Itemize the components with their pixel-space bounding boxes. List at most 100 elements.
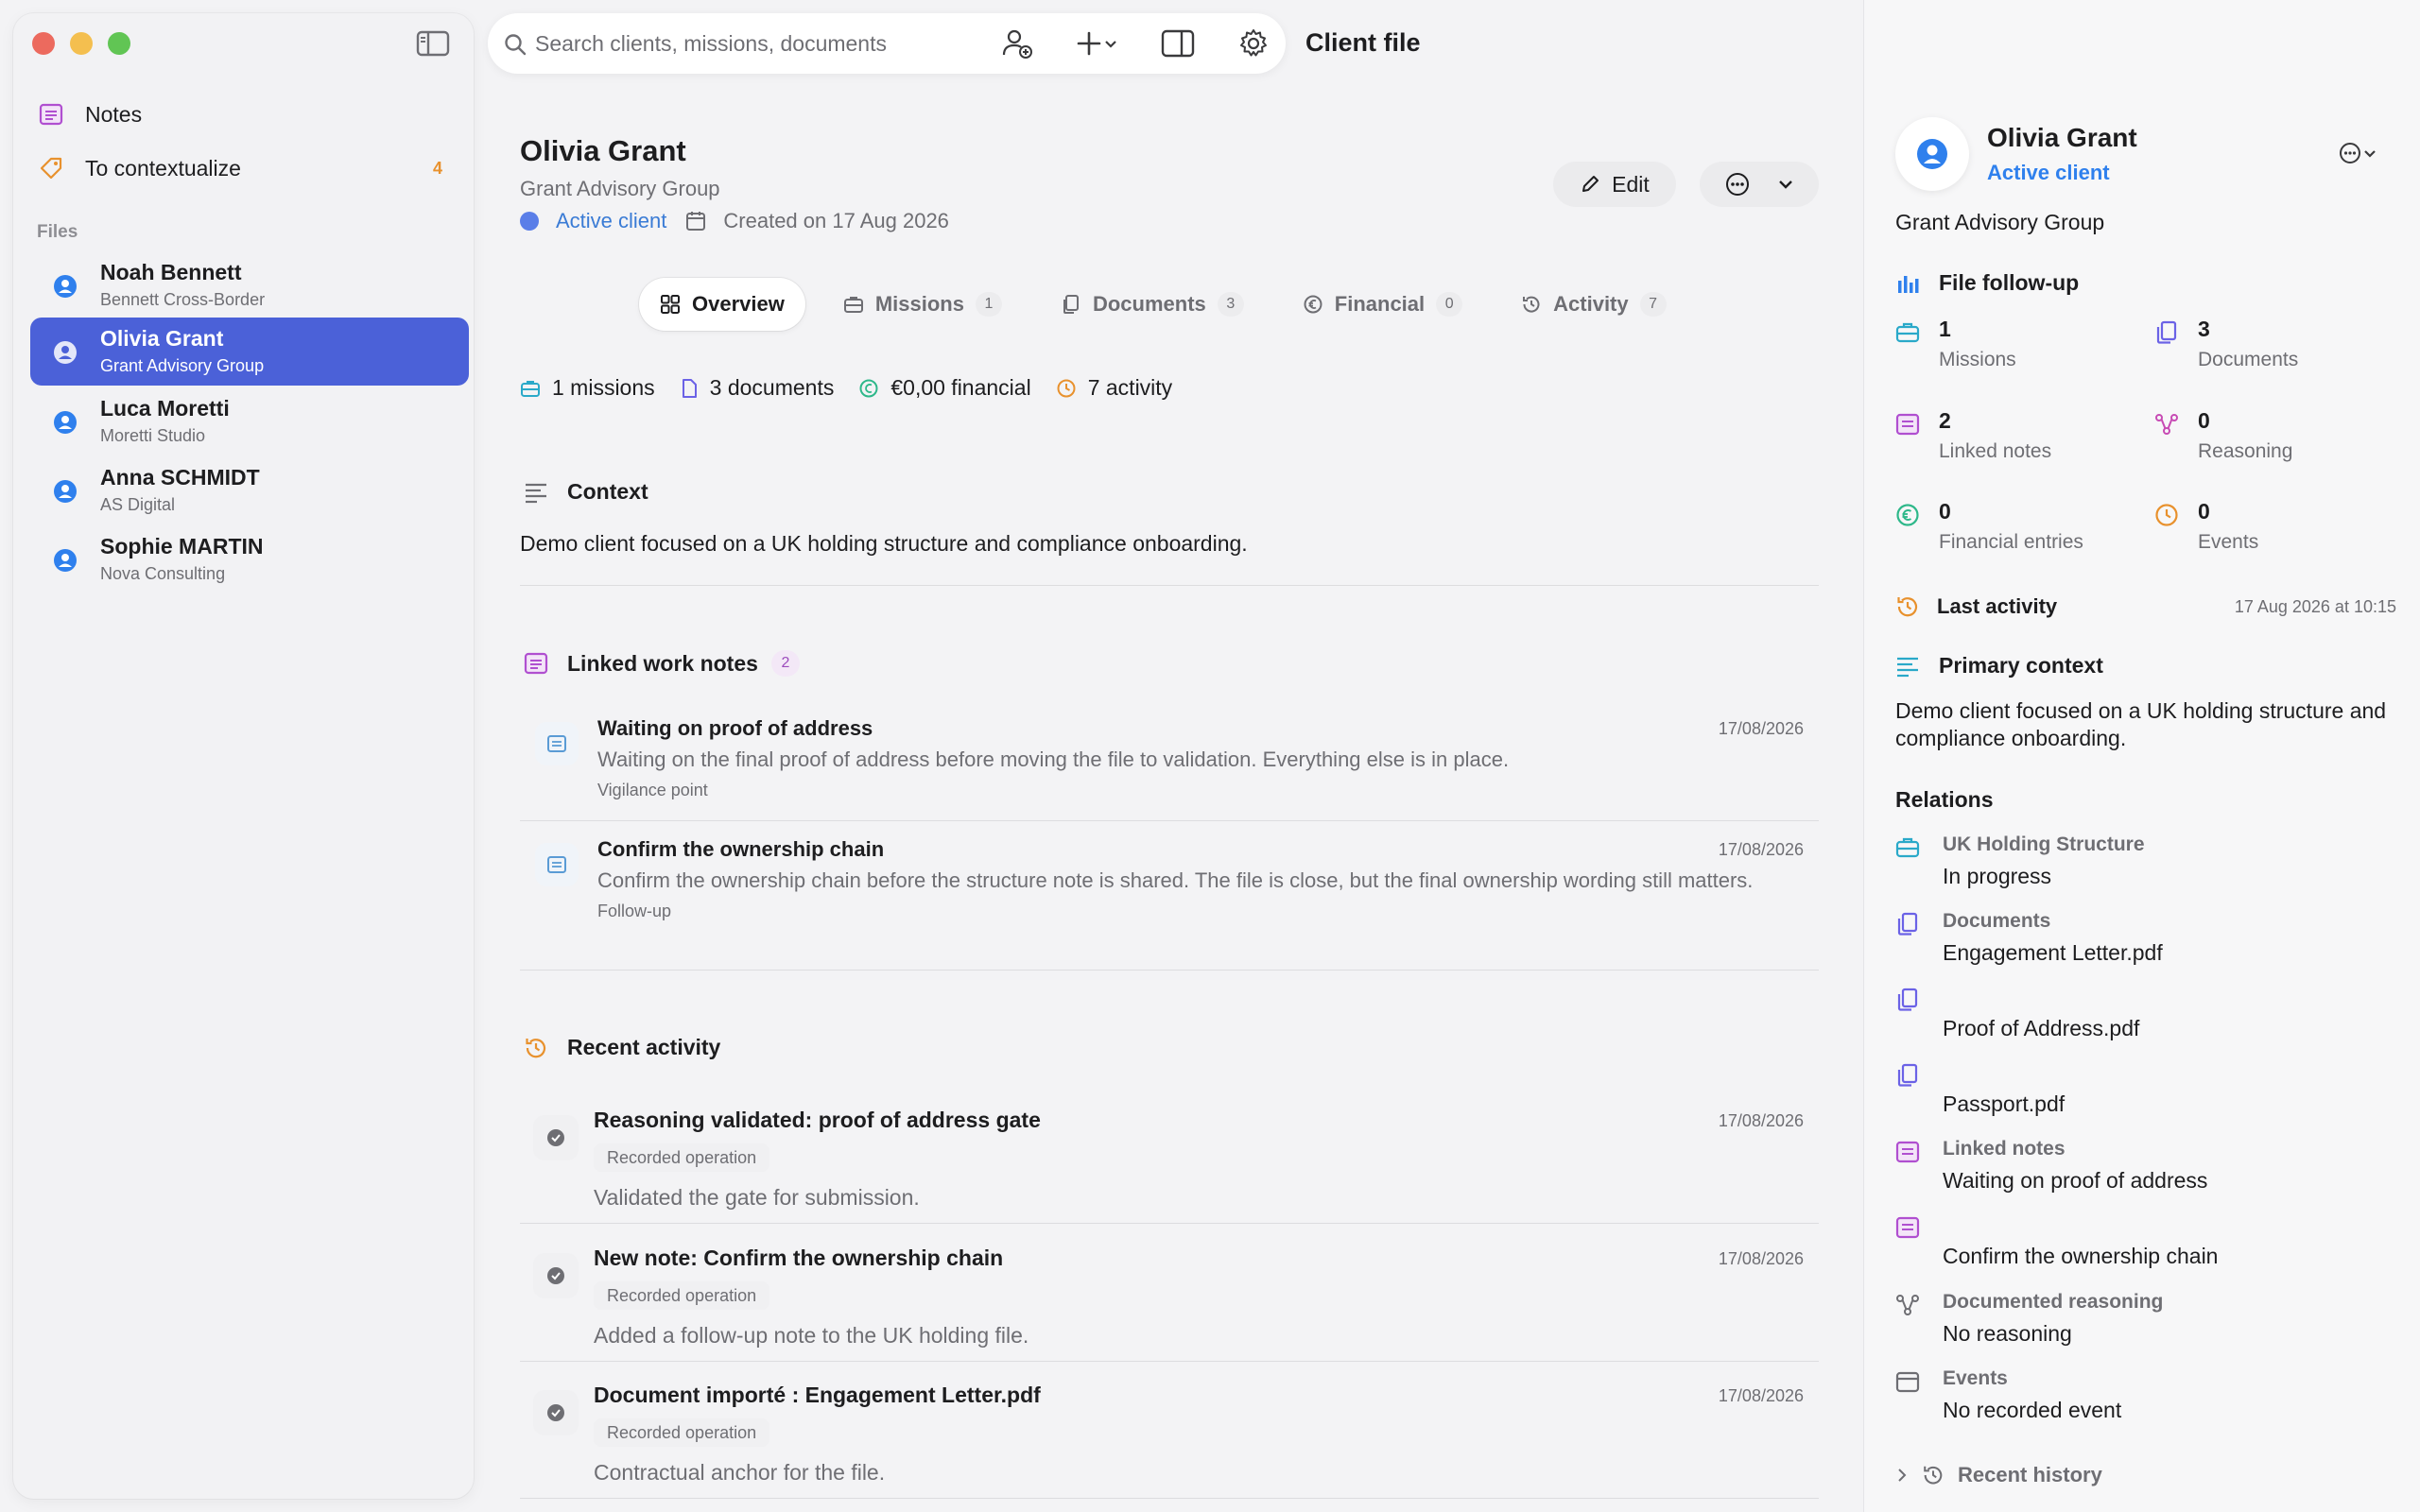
gear-icon	[1240, 29, 1267, 57]
panel-more-button[interactable]	[2338, 138, 2387, 168]
chevron-down-icon	[1778, 180, 1792, 189]
search-input[interactable]	[535, 25, 942, 62]
check-circle-icon	[533, 1253, 579, 1298]
pencil-icon	[1582, 176, 1599, 192]
note-tag: Follow-up	[597, 902, 672, 920]
relation-title: Linked notes	[1943, 1138, 2066, 1160]
main-content: Client file Olivia Grant Grant Advisory …	[0, 0, 1862, 1512]
note-date: 17/08/2026	[1718, 719, 1804, 738]
relation-document[interactable]: Proof of Address.pdf	[1895, 986, 2396, 1052]
primary-context-heading: Primary context	[1895, 653, 2103, 679]
edit-button[interactable]: Edit	[1553, 162, 1676, 207]
activity-item[interactable]: New note: Confirm the ownership chain 17…	[520, 1234, 1819, 1371]
stat-reasoning: 0 Reasoning	[2154, 408, 2400, 474]
relation-note[interactable]: Linked notes Waiting on proof of address	[1895, 1138, 2396, 1204]
panel-client-name: Olivia Grant	[1987, 123, 2137, 152]
summary-activity: 7 activity	[1056, 375, 1172, 401]
file-summary: 1 missions 3 documents €0,00 financial 7…	[520, 375, 1197, 401]
count-badge: 2	[770, 650, 800, 677]
bar-chart-icon	[1898, 275, 1919, 293]
stat-label: Missions	[1939, 349, 2016, 370]
relation-reasoning[interactable]: Documented reasoning No reasoning	[1895, 1291, 2396, 1357]
documents-icon	[1897, 1063, 1918, 1087]
document-icon	[682, 378, 697, 398]
last-activity-label: Last activity	[1937, 594, 2058, 618]
activity-title: Document importé : Engagement Letter.pdf	[594, 1383, 1041, 1407]
stat-linked-notes: 2 Linked notes	[1895, 408, 2141, 474]
history-icon	[1523, 296, 1540, 313]
activity-tag: Recorded operation	[594, 1418, 770, 1447]
summary-activity-text: 7 activity	[1087, 375, 1173, 400]
divider	[520, 1498, 1819, 1499]
notes-icon	[524, 652, 548, 675]
ellipsis-circle-icon	[1725, 173, 1749, 196]
euro-icon	[1304, 295, 1322, 314]
notes-icon	[1895, 413, 1920, 436]
add-client-button[interactable]	[998, 26, 1036, 60]
note-body: Waiting on the final proof of address be…	[597, 747, 1510, 771]
activity-title: Reasoning validated: proof of address ga…	[594, 1108, 1041, 1132]
activity-item[interactable]: Document importé : Engagement Letter.pdf…	[520, 1371, 1819, 1508]
tab-missions[interactable]: Missions 1	[822, 278, 1023, 331]
briefcase-icon	[843, 297, 863, 313]
divider	[520, 1361, 1819, 1362]
relation-value: Passport.pdf	[1943, 1091, 2066, 1116]
stat-value: 0	[2198, 499, 2210, 524]
settings-button[interactable]	[1235, 26, 1272, 60]
tab-financial[interactable]: Financial 0	[1282, 278, 1483, 331]
relation-note[interactable]: Confirm the ownership chain	[1895, 1213, 2396, 1280]
context-heading: Context	[524, 479, 648, 505]
relation-title: Documents	[1943, 910, 2051, 932]
graph-nodes-icon	[1896, 1295, 1919, 1315]
check-circle-icon	[533, 1115, 579, 1160]
toggle-inspector-button[interactable]	[1159, 26, 1197, 60]
divider	[520, 585, 1819, 586]
activity-body: Added a follow-up note to the UK holding…	[594, 1323, 1029, 1348]
tab-overview[interactable]: Overview	[639, 278, 805, 331]
relation-document[interactable]: Passport.pdf	[1895, 1061, 2396, 1127]
plus-icon	[1077, 31, 1101, 56]
tab-label: Overview	[692, 292, 785, 316]
activity-date: 17/08/2026	[1718, 1386, 1804, 1405]
relation-title: UK Holding Structure	[1943, 833, 2145, 855]
note-item[interactable]: Waiting on proof of address 17/08/2026 W…	[520, 705, 1819, 826]
tab-count: 0	[1436, 292, 1463, 317]
relation-document[interactable]: Documents Engagement Letter.pdf	[1895, 910, 2396, 976]
user-icon	[1917, 139, 1947, 169]
note-date: 17/08/2026	[1718, 840, 1804, 859]
note-body: Confirm the ownership chain before the s…	[597, 868, 1754, 892]
note-title: Confirm the ownership chain	[597, 837, 885, 861]
chevron-right-icon	[1898, 1469, 1907, 1482]
relation-mission[interactable]: UK Holding Structure In progress	[1895, 833, 2396, 900]
relation-events[interactable]: Events No recorded event	[1895, 1367, 2396, 1434]
chevron-down-icon	[2364, 150, 2376, 158]
panel-status-badge: Active client	[1987, 161, 2110, 184]
recent-history-toggle[interactable]: Recent history	[1895, 1463, 2102, 1487]
activity-item[interactable]: Reasoning validated: proof of address ga…	[520, 1096, 1819, 1233]
clock-icon	[1057, 379, 1076, 397]
new-item-menu-button[interactable]	[1068, 26, 1125, 60]
file-followup-heading: File follow-up	[1895, 270, 2079, 296]
more-actions-button[interactable]	[1700, 162, 1819, 207]
primary-context-text: Demo client focused on a UK holding stru…	[1895, 698, 2387, 750]
stat-value: 3	[2198, 317, 2210, 341]
status-badge: Active client	[556, 209, 667, 232]
note-item[interactable]: Confirm the ownership chain 17/08/2026 C…	[520, 826, 1819, 947]
documents-icon	[1897, 912, 1918, 936]
tab-activity[interactable]: Activity 7	[1500, 278, 1686, 331]
section-title: Linked work notes	[567, 650, 758, 676]
tab-count: 3	[1217, 292, 1244, 317]
stat-label: Events	[2198, 531, 2259, 553]
stat-value: 0	[1939, 499, 1951, 524]
calendar-icon	[1895, 1371, 1920, 1393]
recent-activity-heading: Recent activity	[524, 1035, 720, 1060]
divider	[520, 970, 1819, 971]
tab-label: Documents	[1092, 292, 1206, 316]
tab-documents[interactable]: Documents 3	[1040, 278, 1265, 331]
euro-icon	[1896, 504, 1919, 526]
summary-documents: 3 documents	[680, 375, 834, 401]
history-icon	[1897, 597, 1918, 617]
relation-value: Confirm the ownership chain	[1943, 1244, 2219, 1268]
documents-icon	[1063, 295, 1079, 314]
last-activity-value: 17 Aug 2026 at 10:15	[2234, 596, 2396, 616]
